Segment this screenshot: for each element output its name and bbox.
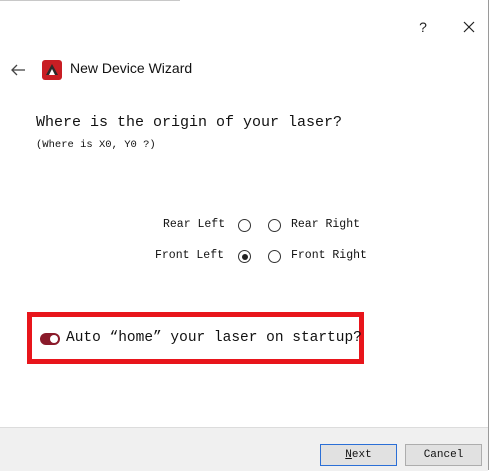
rear-left-radio[interactable] bbox=[238, 219, 251, 232]
top-divider bbox=[0, 0, 180, 1]
rear-left-label: Rear Left bbox=[163, 218, 226, 231]
front-left-radio[interactable] bbox=[238, 250, 251, 263]
front-right-label: Front Right bbox=[291, 249, 367, 262]
rear-right-label: Rear Right bbox=[291, 218, 361, 231]
origin-options: Rear Left Rear Right Front Left Front Ri… bbox=[0, 212, 488, 272]
front-left-label: Front Left bbox=[155, 249, 225, 262]
next-mnemonic: N bbox=[345, 449, 352, 461]
next-label: ext bbox=[351, 449, 372, 461]
dialog-footer: Next Cancel bbox=[0, 427, 488, 471]
wizard-header: New Device Wizard bbox=[0, 55, 300, 85]
title-bar: ? bbox=[0, 0, 488, 44]
front-right-radio[interactable] bbox=[268, 250, 281, 263]
lightburn-logo-icon bbox=[42, 60, 62, 80]
wizard-title: New Device Wizard bbox=[70, 60, 193, 76]
help-button[interactable]: ? bbox=[413, 17, 433, 37]
origin-question: Where is the origin of your laser? bbox=[36, 114, 343, 131]
auto-home-toggle[interactable] bbox=[40, 333, 60, 345]
rear-right-radio[interactable] bbox=[268, 219, 281, 232]
close-icon[interactable] bbox=[459, 17, 479, 37]
new-device-wizard-dialog: ? New Device Wizard Where is the origin … bbox=[0, 0, 489, 471]
auto-home-highlight: Auto “home” your laser on startup? bbox=[27, 312, 364, 364]
auto-home-label: Auto “home” your laser on startup? bbox=[66, 330, 362, 346]
back-arrow-icon[interactable] bbox=[9, 59, 27, 81]
next-button[interactable]: Next bbox=[320, 444, 397, 466]
cancel-button[interactable]: Cancel bbox=[405, 444, 482, 466]
origin-subquestion: (Where is X0, Y0 ?) bbox=[36, 139, 156, 151]
